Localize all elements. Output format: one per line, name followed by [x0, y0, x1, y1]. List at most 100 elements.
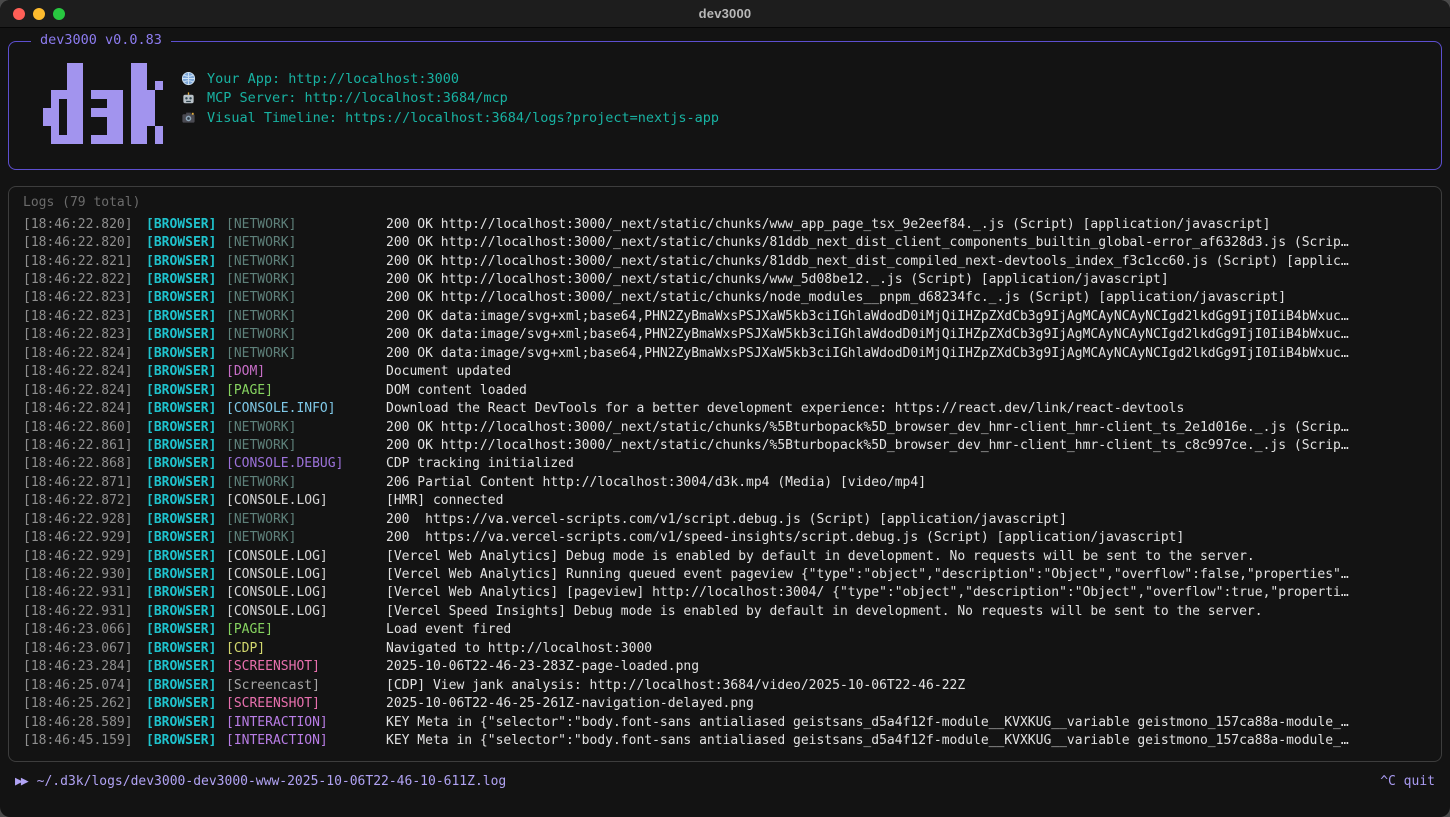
log-category-tag: [NETWORK]	[226, 272, 386, 287]
log-message: Load event fired	[386, 622, 1431, 637]
server-link-text: Your App: http://localhost:3000	[207, 71, 459, 87]
log-message: 200 https://va.vercel-scripts.com/v1/scr…	[386, 512, 1431, 527]
log-timestamp: [18:46:22.823]	[23, 290, 146, 305]
log-category-tag: [NETWORK]	[226, 475, 386, 490]
log-message: 2025-10-06T22-46-25-261Z-navigation-dela…	[386, 696, 1431, 711]
log-message: 200 OK http://localhost:3000/_next/stati…	[386, 420, 1431, 435]
log-timestamp: [18:46:22.871]	[23, 475, 146, 490]
server-link[interactable]: Visual Timeline: https://localhost:3684/…	[181, 108, 719, 128]
logs-count-header: Logs (79 total)	[23, 195, 1431, 215]
log-list: [18:46:22.820][BROWSER][NETWORK]200 OK h…	[23, 215, 1431, 750]
log-row: [18:46:22.821][BROWSER][NETWORK]200 OK h…	[23, 252, 1431, 270]
log-source-tag: [BROWSER]	[146, 364, 226, 379]
log-category-tag: [CONSOLE.LOG]	[226, 585, 386, 600]
log-timestamp: [18:46:23.067]	[23, 641, 146, 656]
server-links: Your App: http://localhost:3000 MCP Serve…	[181, 69, 719, 128]
zoom-button[interactable]	[53, 8, 65, 20]
log-source-tag: [BROWSER]	[146, 401, 226, 416]
log-category-tag: [CONSOLE.LOG]	[226, 604, 386, 619]
log-message: 200 OK data:image/svg+xml;base64,PHN2ZyB…	[386, 309, 1431, 324]
log-timestamp: [18:46:22.823]	[23, 309, 146, 324]
log-message: 200 https://va.vercel-scripts.com/v1/spe…	[386, 530, 1431, 545]
log-row: [18:46:22.860][BROWSER][NETWORK]200 OK h…	[23, 418, 1431, 436]
log-source-tag: [BROWSER]	[146, 235, 226, 250]
log-row: [18:46:23.284][BROWSER][SCREENSHOT]2025-…	[23, 658, 1431, 676]
log-source-tag: [BROWSER]	[146, 290, 226, 305]
log-row: [18:46:22.824][BROWSER][DOM]Document upd…	[23, 363, 1431, 381]
log-row: [18:46:22.930][BROWSER][CONSOLE.LOG][Ver…	[23, 565, 1431, 583]
log-row: [18:46:22.824][BROWSER][CONSOLE.INFO]Dow…	[23, 399, 1431, 417]
terminal-window: dev3000 dev3000 v0.0.83 Your App: http:/…	[0, 0, 1450, 817]
log-category-tag: [NETWORK]	[226, 420, 386, 435]
log-row: [18:46:22.824][BROWSER][NETWORK]200 OK d…	[23, 344, 1431, 362]
log-category-tag: [SCREENSHOT]	[226, 659, 386, 674]
log-source-tag: [BROWSER]	[146, 327, 226, 342]
server-link-text: MCP Server: http://localhost:3684/mcp	[207, 90, 508, 106]
play-icon: ▶▶	[15, 774, 27, 789]
log-category-tag: [NETWORK]	[226, 217, 386, 232]
log-message: [CDP] View jank analysis: http://localho…	[386, 678, 1431, 693]
log-message: DOM content loaded	[386, 383, 1431, 398]
log-source-tag: [BROWSER]	[146, 678, 226, 693]
server-link-text: Visual Timeline: https://localhost:3684/…	[207, 110, 719, 126]
log-row: [18:46:22.928][BROWSER][NETWORK]200 http…	[23, 510, 1431, 528]
log-message: [Vercel Web Analytics] Debug mode is ena…	[386, 549, 1431, 564]
log-source-tag: [BROWSER]	[146, 659, 226, 674]
window-title: dev3000	[699, 6, 752, 21]
log-source-tag: [BROWSER]	[146, 309, 226, 324]
logs-panel: Logs (79 total) [18:46:22.820][BROWSER][…	[8, 186, 1442, 762]
log-timestamp: [18:46:28.589]	[23, 715, 146, 730]
log-row: [18:46:22.929][BROWSER][CONSOLE.LOG][Ver…	[23, 547, 1431, 565]
log-message: Document updated	[386, 364, 1431, 379]
log-category-tag: [NETWORK]	[226, 327, 386, 342]
log-message: Navigated to http://localhost:3000	[386, 641, 1431, 656]
log-category-tag: [NETWORK]	[226, 290, 386, 305]
log-source-tag: [BROWSER]	[146, 585, 226, 600]
server-link[interactable]: Your App: http://localhost:3000	[181, 69, 719, 89]
log-message: 200 OK http://localhost:3000/_next/stati…	[386, 272, 1431, 287]
log-timestamp: [18:46:22.928]	[23, 512, 146, 527]
log-message: 200 OK http://localhost:3000/_next/stati…	[386, 290, 1431, 305]
minimize-button[interactable]	[33, 8, 45, 20]
log-message: 2025-10-06T22-46-23-283Z-page-loaded.png	[386, 659, 1431, 674]
log-message: 200 OK http://localhost:3000/_next/stati…	[386, 217, 1431, 232]
log-timestamp: [18:46:25.074]	[23, 678, 146, 693]
log-timestamp: [18:46:23.284]	[23, 659, 146, 674]
log-category-tag: [Screencast]	[226, 678, 386, 693]
log-timestamp: [18:46:22.872]	[23, 493, 146, 508]
log-row: [18:46:22.871][BROWSER][NETWORK]206 Part…	[23, 473, 1431, 491]
log-category-tag: [NETWORK]	[226, 309, 386, 324]
log-row: [18:46:22.929][BROWSER][NETWORK]200 http…	[23, 528, 1431, 546]
log-source-tag: [BROWSER]	[146, 512, 226, 527]
log-timestamp: [18:46:23.066]	[23, 622, 146, 637]
log-row: [18:46:22.931][BROWSER][CONSOLE.LOG][Ver…	[23, 584, 1431, 602]
log-message: Download the React DevTools for a better…	[386, 401, 1431, 416]
log-source-tag: [BROWSER]	[146, 272, 226, 287]
log-timestamp: [18:46:22.824]	[23, 401, 146, 416]
log-category-tag: [CDP]	[226, 641, 386, 656]
log-source-tag: [BROWSER]	[146, 217, 226, 232]
log-row: [18:46:22.820][BROWSER][NETWORK]200 OK h…	[23, 233, 1431, 251]
log-source-tag: [BROWSER]	[146, 567, 226, 582]
log-timestamp: [18:46:25.262]	[23, 696, 146, 711]
log-message: 200 OK http://localhost:3000/_next/stati…	[386, 438, 1431, 453]
log-timestamp: [18:46:22.821]	[23, 254, 146, 269]
log-row: [18:46:22.868][BROWSER][CONSOLE.DEBUG]CD…	[23, 455, 1431, 473]
log-source-tag: [BROWSER]	[146, 346, 226, 361]
log-message: 200 OK http://localhost:3000/_next/stati…	[386, 235, 1431, 250]
log-category-tag: [NETWORK]	[226, 512, 386, 527]
log-message: KEY Meta in {"selector":"body.font-sans …	[386, 733, 1431, 748]
log-message: 200 OK data:image/svg+xml;base64,PHN2ZyB…	[386, 346, 1431, 361]
log-category-tag: [CONSOLE.INFO]	[226, 401, 386, 416]
server-link[interactable]: MCP Server: http://localhost:3684/mcp	[181, 89, 719, 109]
log-message: [Vercel Speed Insights] Debug mode is en…	[386, 604, 1431, 619]
log-source-tag: [BROWSER]	[146, 383, 226, 398]
log-category-tag: [INTERACTION]	[226, 733, 386, 748]
log-row: [18:46:45.159][BROWSER][INTERACTION]KEY …	[23, 731, 1431, 749]
close-button[interactable]	[13, 8, 25, 20]
log-source-tag: [BROWSER]	[146, 493, 226, 508]
log-row: [18:46:28.589][BROWSER][INTERACTION]KEY …	[23, 713, 1431, 731]
log-category-tag: [DOM]	[226, 364, 386, 379]
log-source-tag: [BROWSER]	[146, 715, 226, 730]
titlebar: dev3000	[0, 0, 1450, 28]
